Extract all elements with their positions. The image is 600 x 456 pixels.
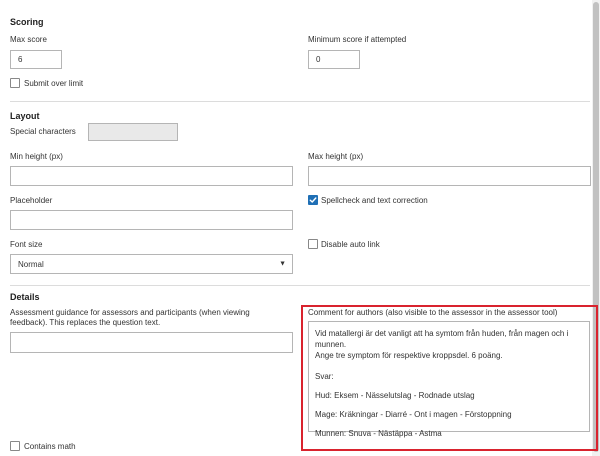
special-characters-field[interactable] xyxy=(88,123,178,141)
scoring-divider xyxy=(10,101,590,102)
submit-over-limit-label: Submit over limit xyxy=(24,79,84,88)
spellcheck-checkbox[interactable] xyxy=(308,195,318,205)
comment-for-authors-textarea[interactable]: Vid matallergi är det vanligt att ha sym… xyxy=(308,321,590,438)
assessment-guidance-label-line2: feedback). This replaces the question te… xyxy=(10,318,161,327)
spellcheck-label: Spellcheck and text correction xyxy=(321,196,428,205)
comment-paragraph-intro: Vid matallergi är det vanligt att ha sym… xyxy=(315,328,583,361)
max-score-value: 6 xyxy=(18,55,23,64)
comment-line: Hud: Eksem - Nässelutslag - Rodnade utsl… xyxy=(315,391,475,400)
min-height-input[interactable] xyxy=(10,166,293,186)
max-score-input[interactable]: 6 xyxy=(10,50,62,69)
contains-math-checkbox[interactable] xyxy=(10,441,20,451)
max-height-input[interactable] xyxy=(308,166,591,186)
comment-line: Munnen: Snuva - Nästäppa - Astma xyxy=(315,429,442,438)
comment-line: Ange tre symptom för respektive kroppsde… xyxy=(315,351,503,360)
comment-for-authors-label: Comment for authors (also visible to the… xyxy=(308,308,558,317)
placeholder-input[interactable] xyxy=(10,210,293,230)
font-size-select[interactable]: Normal ▼ xyxy=(10,254,293,274)
contains-math-label: Contains math xyxy=(24,442,76,451)
assessment-guidance-label-line1: Assessment guidance for assessors and pa… xyxy=(10,308,250,317)
font-size-value: Normal xyxy=(18,259,44,269)
assessment-guidance-label: Assessment guidance for assessors and pa… xyxy=(10,308,250,328)
special-characters-label: Special characters xyxy=(10,127,76,136)
disable-autolink-label: Disable auto link xyxy=(321,240,380,249)
max-height-label: Max height (px) xyxy=(308,152,364,161)
dropdown-arrow-icon: ▼ xyxy=(279,260,286,268)
max-score-label: Max score xyxy=(10,35,47,44)
min-score-value: 0 xyxy=(316,55,321,64)
layout-divider xyxy=(10,285,590,286)
min-score-label: Minimum score if attempted xyxy=(308,35,407,44)
font-size-label: Font size xyxy=(10,240,43,249)
comment-line: Svar: xyxy=(315,372,334,381)
min-score-input[interactable]: 0 xyxy=(308,50,360,69)
min-height-label: Min height (px) xyxy=(10,152,63,161)
disable-autolink-checkbox[interactable] xyxy=(308,239,318,249)
comment-line: Mage: Kräkningar - Diarré - Ont i magen … xyxy=(315,410,512,419)
checkmark-icon xyxy=(309,197,317,203)
scoring-section-title: Scoring xyxy=(10,17,44,27)
assessment-guidance-input[interactable] xyxy=(10,332,293,353)
layout-section-title: Layout xyxy=(10,111,40,121)
placeholder-label: Placeholder xyxy=(10,196,53,205)
submit-over-limit-checkbox[interactable] xyxy=(10,78,20,88)
details-section-title: Details xyxy=(10,292,40,302)
comment-line: Vid matallergi är det vanligt att ha sym… xyxy=(315,329,569,349)
